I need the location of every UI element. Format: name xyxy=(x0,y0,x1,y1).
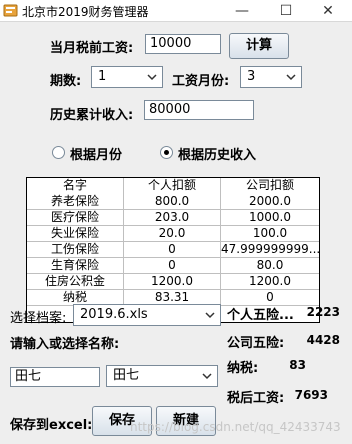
table-cell: 生育保险 xyxy=(27,258,124,274)
name-select[interactable]: 田七 xyxy=(106,365,218,387)
company-insurance-label: 公司五险: xyxy=(227,336,285,351)
salary-input[interactable]: 10000 xyxy=(145,34,221,54)
table-cell: 800.0 xyxy=(124,194,221,210)
radio-by-month-label: 根据月份 xyxy=(70,148,123,163)
radio-by-history[interactable] xyxy=(160,146,173,159)
window-title: 北京市2019财务管理器 xyxy=(22,5,149,19)
archive-select-value: 2019.6.xls xyxy=(80,307,148,322)
table-row[interactable]: 失业保险 20.0 100.0 xyxy=(27,226,319,242)
table-row[interactable]: 医疗保险 203.0 1000.0 xyxy=(27,210,319,226)
main-panel: 当月税前工资: 10000 计算 期数: 1 工资月份: 3 历史累计收入: 8… xyxy=(0,22,352,444)
table-cell: 20.0 xyxy=(124,226,221,242)
name-input[interactable]: 田七 xyxy=(10,367,100,387)
deduction-table: 名字 个人扣额 公司扣额 养老保险 800.0 2000.0 医疗保险 203.… xyxy=(26,177,320,323)
name-select-value: 田七 xyxy=(113,368,140,383)
app-icon xyxy=(3,4,18,17)
save-excel-label: 保存到excel: xyxy=(10,418,93,433)
table-cell: 住房公积金 xyxy=(27,274,124,290)
maximize-button[interactable]: ☐ xyxy=(266,0,306,22)
company-insurance-value: 4428 xyxy=(306,333,340,347)
table-cell: 100.0 xyxy=(252,226,288,240)
chevron-down-icon xyxy=(205,312,215,319)
personal-insurance-label: 个人五险... xyxy=(227,308,294,323)
chevron-down-icon xyxy=(202,373,212,380)
table-row[interactable]: 养老保险 800.0 2000.0 xyxy=(27,194,319,210)
salary-label: 当月税前工资: xyxy=(50,41,134,56)
table-cell: 养老保险 xyxy=(27,194,124,210)
radio-by-history-label: 根据历史收入 xyxy=(178,148,257,163)
salary-month-value: 3 xyxy=(247,69,256,84)
chevron-down-icon xyxy=(286,74,296,81)
net-salary-label: 税后工资: xyxy=(227,391,285,406)
table-cell: 1200.0 xyxy=(124,274,221,290)
tax-label: 纳税: xyxy=(227,361,259,376)
table-header-name: 名字 xyxy=(27,178,124,194)
table-cell: 0 xyxy=(124,242,221,258)
table-header-row: 名字 个人扣额 公司扣额 xyxy=(27,178,319,194)
radio-by-month[interactable] xyxy=(52,146,65,159)
minimize-button[interactable]: — xyxy=(222,0,262,22)
personal-insurance-value: 2223 xyxy=(306,305,340,319)
table-cell: 47.999999999... xyxy=(221,242,319,256)
table-cell: 1000.0 xyxy=(249,210,291,224)
history-income-input[interactable]: 80000 xyxy=(144,100,254,120)
table-header-personal: 个人扣额 xyxy=(124,178,221,194)
name-label: 请输入或选择名称: xyxy=(10,337,120,352)
period-label: 期数: xyxy=(50,74,82,89)
tax-value: 83 xyxy=(289,358,306,372)
salary-month-select[interactable]: 3 xyxy=(240,66,302,88)
table-row[interactable]: 工伤保险 0 47.999999999... xyxy=(27,242,319,258)
title-bar: 北京市2019财务管理器 — ☐ ✕ xyxy=(0,0,352,22)
chevron-down-icon xyxy=(147,74,157,81)
table-cell: 2000.0 xyxy=(249,194,291,208)
table-cell: 80.0 xyxy=(256,258,284,272)
period-select[interactable]: 1 xyxy=(91,66,163,88)
table-cell: 工伤保险 xyxy=(27,242,124,258)
table-cell: 失业保险 xyxy=(27,226,124,242)
table-cell: 医疗保险 xyxy=(27,210,124,226)
archive-select[interactable]: 2019.6.xls xyxy=(73,304,221,326)
table-cell: 0 xyxy=(124,258,221,274)
calc-button[interactable]: 计算 xyxy=(229,33,289,59)
table-row[interactable]: 住房公积金 1200.0 1200.0 xyxy=(27,274,319,290)
period-select-value: 1 xyxy=(98,69,107,84)
history-income-label: 历史累计收入: xyxy=(50,108,134,123)
table-cell: 1200.0 xyxy=(249,274,291,288)
salary-month-label: 工资月份: xyxy=(172,74,230,89)
table-row[interactable]: 生育保险 0 80.0 xyxy=(27,258,319,274)
close-button[interactable]: ✕ xyxy=(308,0,348,22)
table-cell: 203.0 xyxy=(124,210,221,226)
select-archive-label: 选择档案: xyxy=(10,311,67,326)
net-salary-value: 7693 xyxy=(294,388,328,402)
watermark: https://blog.csdn.net/qq_42433743 xyxy=(130,420,341,434)
table-header-company: 公司扣额 xyxy=(221,178,319,194)
